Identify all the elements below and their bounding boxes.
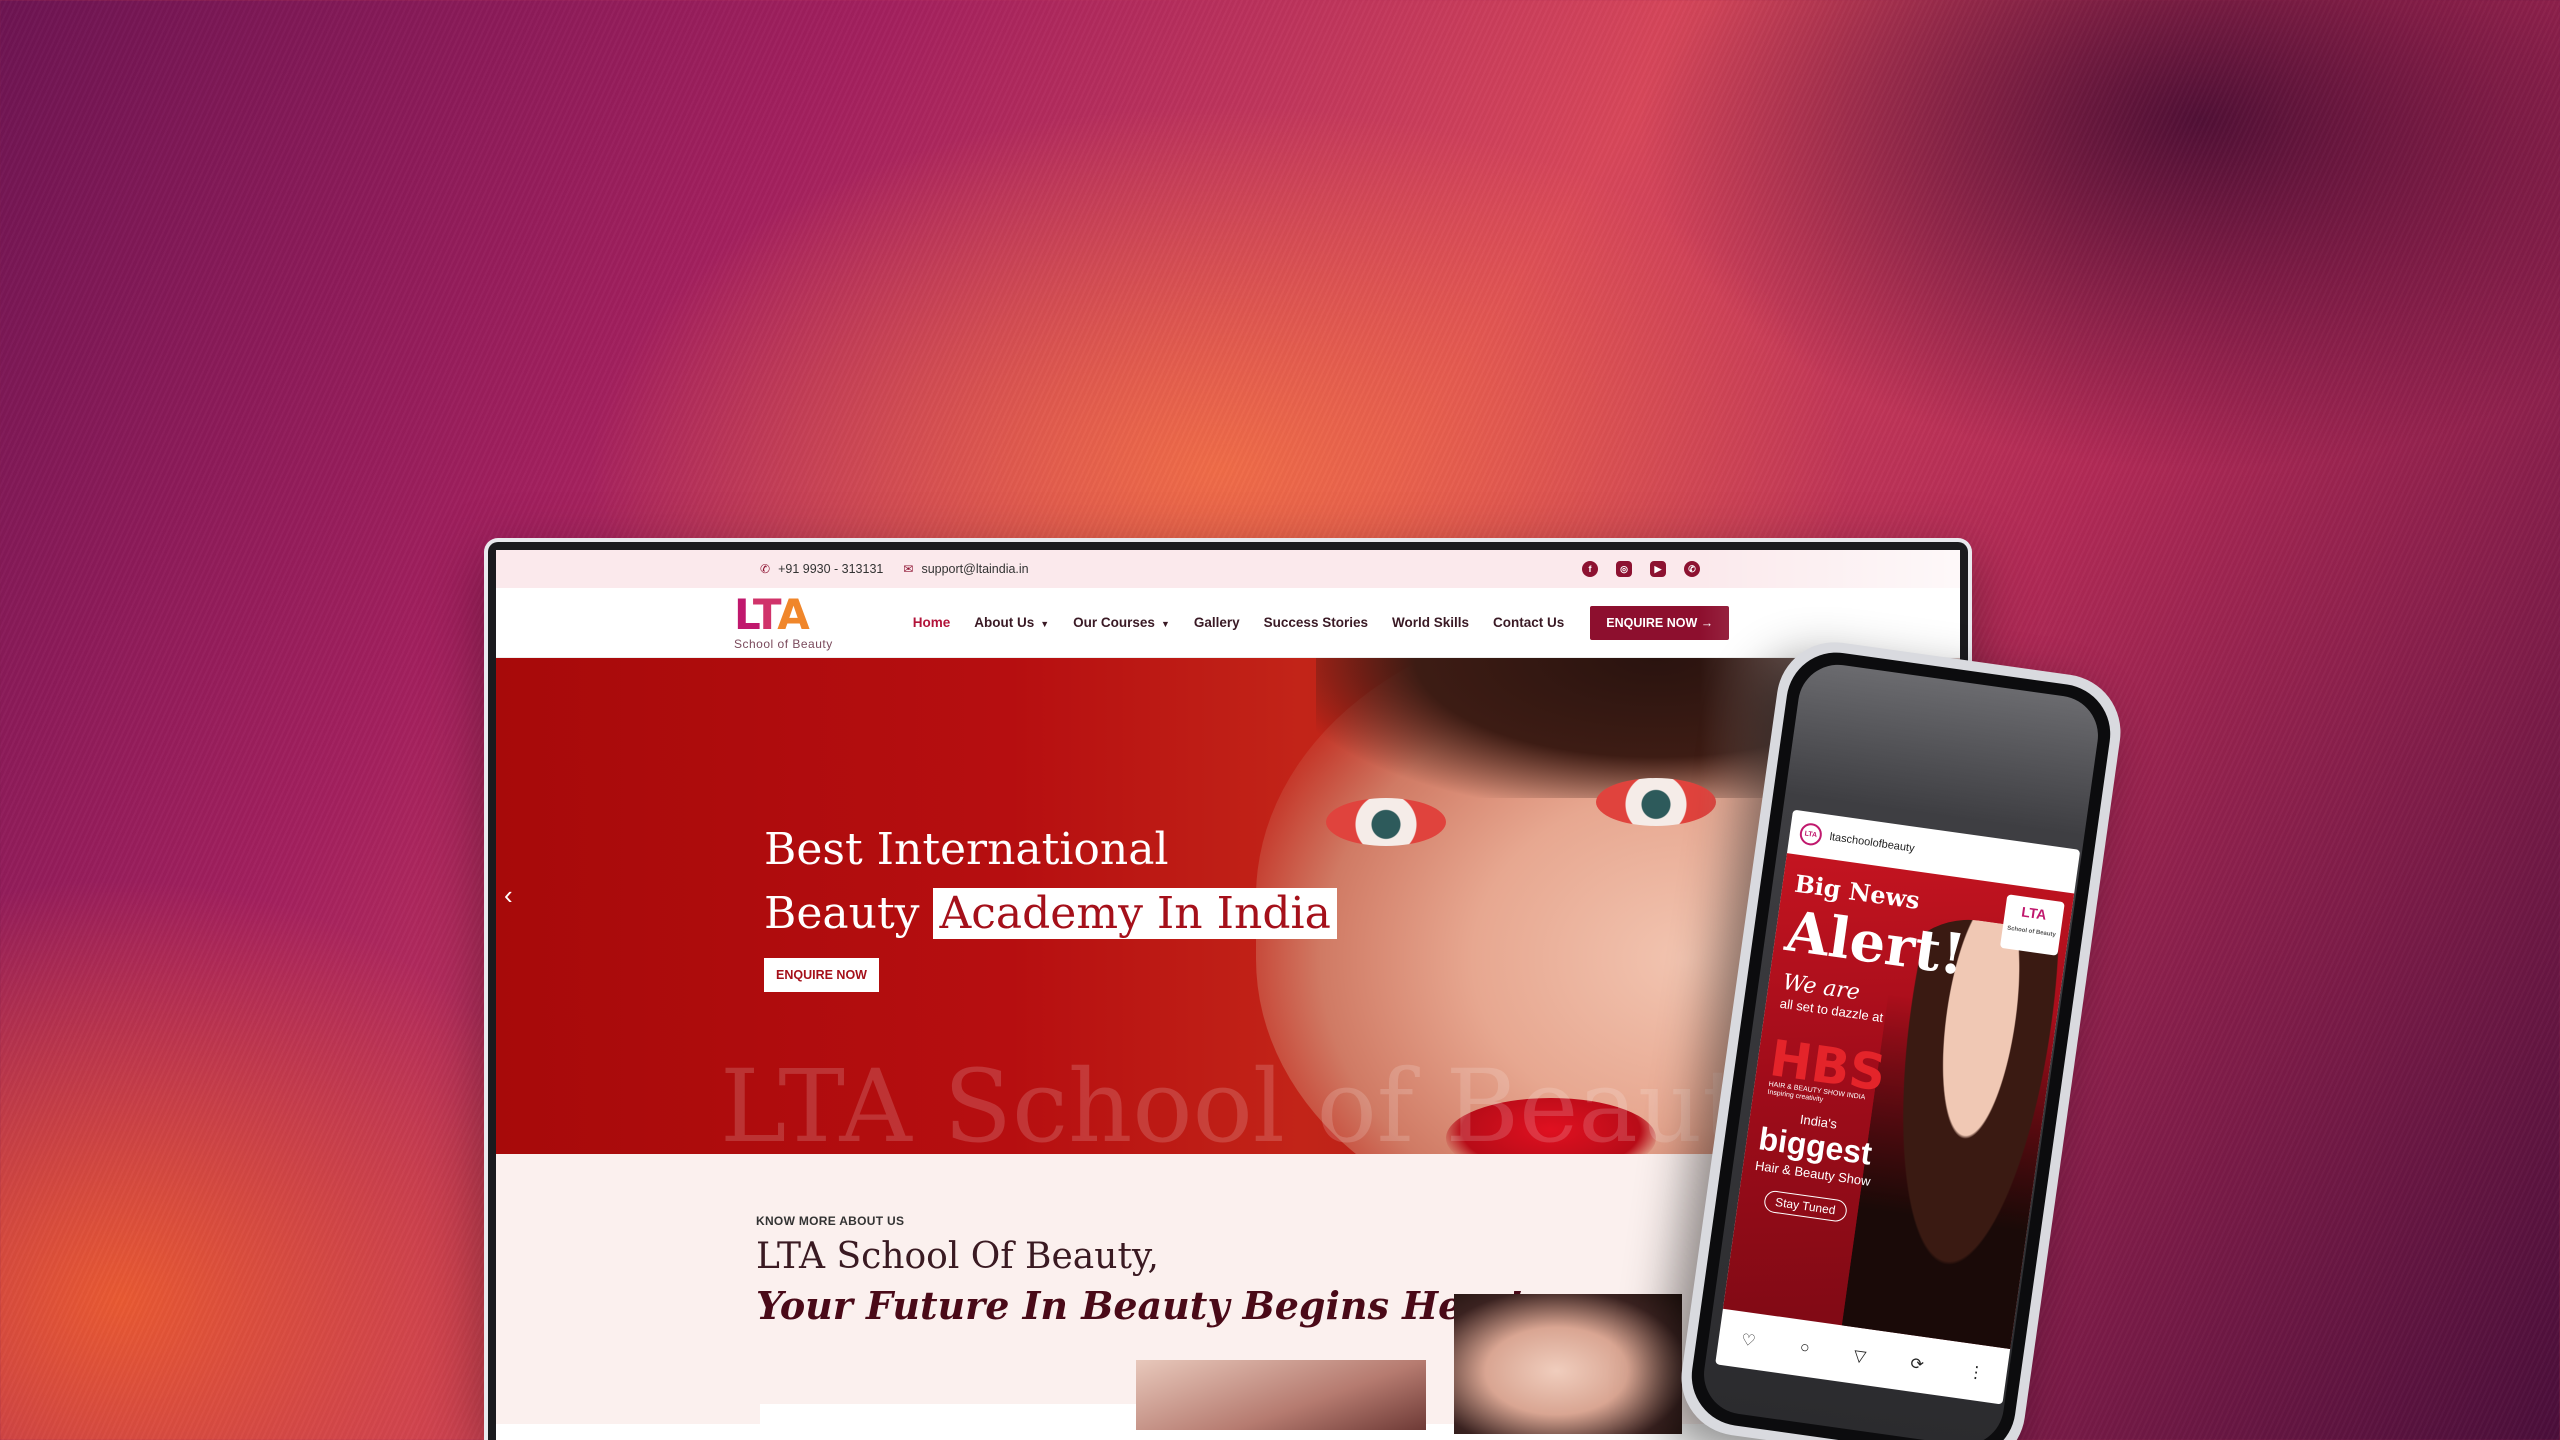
instagram-icon[interactable]: ◎ [1616, 561, 1632, 577]
post-handle[interactable]: ltaschoolofbeauty [1829, 831, 1915, 855]
phone-icon: ✆ [760, 562, 771, 576]
logo-tagline: School of Beauty [734, 636, 833, 651]
social-links: f ◎ ▶ ✆ [1582, 561, 1700, 577]
hero-watermark: LTA School of Beauty [720, 1048, 1799, 1154]
about-card [760, 1404, 1170, 1424]
heart-icon[interactable]: ♡ [1740, 1330, 1757, 1352]
nav-about-us[interactable]: About Us ▼ [974, 615, 1049, 630]
avatar[interactable]: LTA [1798, 821, 1824, 847]
nav-home[interactable]: Home [913, 615, 951, 630]
mail-icon: ✉ [903, 562, 914, 576]
logo-letter-a: A [777, 589, 810, 639]
site-logo[interactable]: LTA School of Beauty [734, 593, 833, 651]
nav-menu: Home About Us ▼ Our Courses ▼ Gallery Succ… [913, 615, 1565, 630]
phone-contact[interactable]: ✆ +91 9930 - 313131 [760, 562, 883, 576]
send-icon[interactable]: ▽ [1852, 1345, 1868, 1367]
nav-contact-us[interactable]: Contact Us [1493, 615, 1564, 630]
about-image-makeup [1136, 1360, 1426, 1430]
chevron-down-icon: ▼ [1160, 619, 1170, 629]
post-logo-badge: LTA School of Beauty [1999, 894, 2065, 956]
post-logo-sub: School of Beauty [2006, 925, 2057, 939]
about-image-model [1454, 1294, 1682, 1434]
logo-mark: LTA [734, 593, 833, 635]
hero-model-eye [1596, 778, 1716, 826]
more-icon[interactable]: ⋮ [1967, 1362, 1986, 1384]
hero-heading-word: Beauty [764, 888, 920, 939]
hero-heading-line1: Best International [764, 824, 1169, 875]
nav-about-us-label: About Us [974, 615, 1035, 630]
post-logo-text: LTA [2020, 903, 2048, 923]
logo-letter-t: T [752, 589, 778, 639]
phone-number: +91 9930 - 313131 [778, 562, 884, 576]
whatsapp-icon[interactable]: ✆ [1684, 561, 1700, 577]
youtube-icon[interactable]: ▶ [1650, 561, 1666, 577]
nav-our-courses[interactable]: Our Courses ▼ [1073, 615, 1170, 630]
logo-letter-l: L [734, 589, 754, 639]
email-contact[interactable]: ✉ support@ltaindia.in [903, 562, 1028, 576]
comment-icon[interactable]: ○ [1799, 1339, 1811, 1358]
post-stay-tuned: Stay Tuned [1762, 1189, 1848, 1223]
hero-heading-highlight: Academy In India [933, 888, 1337, 939]
hero-enquire-button[interactable]: ENQUIRE NOW [764, 958, 879, 992]
post-image: LTA School of Beauty Big News Alert! We … [1722, 853, 2075, 1350]
slider-prev-icon[interactable]: ‹ [504, 880, 513, 911]
facebook-icon[interactable]: f [1582, 561, 1598, 577]
hero-heading: Best International Beauty Academy In Ind… [764, 818, 1337, 946]
hero-heading-line2: Beauty Academy In India [764, 882, 1337, 946]
chevron-down-icon: ▼ [1040, 619, 1050, 629]
nav-our-courses-label: Our Courses [1073, 615, 1155, 630]
nav-success-stories[interactable]: Success Stories [1264, 615, 1368, 630]
nav-gallery[interactable]: Gallery [1194, 615, 1240, 630]
instagram-post: LTA ltaschoolofbeauty LTA School of Beau… [1715, 809, 2081, 1405]
email-address: support@ltaindia.in [921, 562, 1029, 576]
hero-model-eye [1326, 798, 1446, 846]
repost-icon[interactable]: ⟳ [1909, 1353, 1925, 1375]
nav-world-skills[interactable]: World Skills [1392, 615, 1469, 630]
